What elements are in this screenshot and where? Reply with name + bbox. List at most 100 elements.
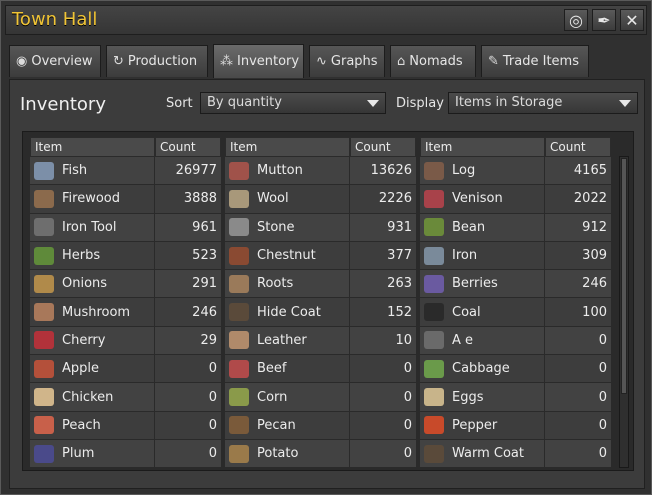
stone-icon	[229, 218, 249, 237]
display-label: Display	[396, 96, 444, 111]
item-name: Firewood	[62, 191, 120, 207]
tab-label: Production	[127, 54, 198, 69]
header-item[interactable]: Item	[420, 137, 545, 157]
item-cell: Venison	[420, 185, 545, 213]
item-count: 523	[192, 248, 217, 264]
item-count: 13626	[370, 163, 412, 179]
table-row[interactable]: Venison 2022	[420, 185, 611, 214]
table-row[interactable]: Peach 0	[30, 411, 221, 440]
display-dropdown[interactable]: Items in Storage	[448, 92, 638, 114]
tag-icon: ✎	[488, 54, 499, 69]
table-row[interactable]: Stone 931	[225, 213, 416, 242]
table-row[interactable]: Cherry 29	[30, 326, 221, 356]
table-row[interactable]: Fish 26977	[30, 157, 221, 186]
table-row[interactable]: Pecan 0	[225, 411, 416, 440]
table-row[interactable]: Chicken 0	[30, 383, 221, 412]
header-count[interactable]: Count	[545, 137, 611, 157]
item-cell: Mutton	[225, 157, 350, 185]
table-row[interactable]: Potato 0	[225, 439, 416, 469]
item-count: 0	[403, 389, 412, 405]
item-name: Mushroom	[62, 304, 131, 320]
item-cell: Iron Tool	[30, 213, 155, 241]
table-row[interactable]: Iron Tool 961	[30, 213, 221, 242]
table-row[interactable]: Plum 0	[30, 439, 221, 469]
table-row[interactable]: Mutton 13626	[225, 157, 416, 186]
header-item[interactable]: Item	[225, 137, 350, 157]
table-row[interactable]: Mushroom 246	[30, 298, 221, 327]
pin-icon[interactable]: ✒	[592, 9, 616, 31]
header-item[interactable]: Item	[30, 137, 155, 157]
item-name: Wool	[257, 191, 289, 207]
item-cell: Iron	[420, 241, 545, 270]
item-cell: Warm Coat	[420, 439, 545, 468]
sort-dropdown[interactable]: By quantity	[200, 92, 386, 114]
table-row[interactable]: Beef 0	[225, 355, 416, 384]
sort-dropdown-value: By quantity	[207, 95, 282, 110]
item-cell: Berries	[420, 270, 545, 298]
table-column-group: Item Count Fish 26977 Firewood 3888 Iron Tool 9…	[30, 137, 221, 469]
item-count: 0	[598, 361, 607, 377]
item-cell: Chestnut	[225, 241, 350, 270]
item-name: Herbs	[62, 248, 101, 264]
item-cell: Pecan	[225, 411, 350, 439]
item-name: Pepper	[452, 417, 498, 433]
table-header: Item Count	[420, 137, 611, 157]
table-row[interactable]: Eggs 0	[420, 383, 611, 412]
item-cell: A e	[420, 326, 545, 355]
tab-nomads[interactable]: ⌂ Nomads	[390, 45, 476, 77]
table-row[interactable]: Wool 2226	[225, 185, 416, 214]
close-icon[interactable]: ✕	[620, 9, 644, 31]
tab-overview[interactable]: ◉ Overview	[9, 45, 101, 77]
fish-icon	[34, 161, 54, 180]
tab-inventory[interactable]: ⁂ Inventory	[213, 44, 304, 78]
tab-trade-items[interactable]: ✎ Trade Items	[481, 45, 589, 77]
tab-graphs[interactable]: ∿ Graphs	[309, 45, 385, 77]
display-dropdown-value: Items in Storage	[455, 95, 563, 110]
table-row[interactable]: Chestnut 377	[225, 241, 416, 271]
item-cell: Mushroom	[30, 298, 155, 326]
sort-label: Sort	[166, 96, 193, 111]
item-name: Cabbage	[452, 361, 510, 377]
table-row[interactable]: Coal 100	[420, 298, 611, 327]
item-name: Iron	[452, 248, 478, 264]
corn-icon	[229, 388, 249, 407]
table-row[interactable]: Corn 0	[225, 383, 416, 412]
table-row[interactable]: Firewood 3888	[30, 185, 221, 214]
item-name: Onions	[62, 276, 108, 292]
mushroom-icon	[34, 303, 54, 322]
title-bar[interactable]: Town Hall ◎ ✒ ✕	[5, 5, 647, 35]
target-icon[interactable]: ◎	[564, 9, 588, 31]
item-name: Peach	[62, 417, 101, 433]
table-row[interactable]: Roots 263	[225, 270, 416, 299]
item-name: Fish	[62, 163, 88, 179]
item-count: 961	[192, 219, 217, 235]
hide-coat-icon	[229, 303, 249, 322]
table-row[interactable]: Pepper 0	[420, 411, 611, 440]
header-count[interactable]: Count	[155, 137, 221, 157]
item-name: Berries	[452, 276, 498, 292]
roots-icon	[229, 274, 249, 293]
table-row[interactable]: Warm Coat 0	[420, 439, 611, 469]
table-row[interactable]: Apple 0	[30, 355, 221, 384]
table-row[interactable]: Onions 291	[30, 270, 221, 299]
header-count[interactable]: Count	[350, 137, 416, 157]
table-row[interactable]: Bean 912	[420, 213, 611, 242]
item-cell: Log	[420, 157, 545, 185]
peach-icon	[34, 416, 54, 435]
table-row[interactable]: Berries 246	[420, 270, 611, 299]
tab-production[interactable]: ↻ Production	[106, 45, 208, 77]
scrollbar-thumb[interactable]	[621, 158, 627, 394]
chevron-down-icon	[367, 100, 379, 107]
item-count: 2226	[378, 191, 412, 207]
table-row[interactable]: Log 4165	[420, 157, 611, 186]
table-row[interactable]: Hide Coat 152	[225, 298, 416, 327]
table-row[interactable]: Iron 309	[420, 241, 611, 271]
table-row[interactable]: Cabbage 0	[420, 355, 611, 384]
item-count: 0	[403, 417, 412, 433]
table-row[interactable]: Herbs 523	[30, 241, 221, 271]
bean-icon	[424, 218, 444, 237]
town-hall-window: Town Hall ◎ ✒ ✕ ◉ Overview ↻ Production ⁂ Inven…	[0, 0, 652, 495]
table-scrollbar[interactable]	[619, 156, 629, 468]
table-row[interactable]: Leather 10	[225, 326, 416, 356]
table-row[interactable]: A e 0	[420, 326, 611, 356]
